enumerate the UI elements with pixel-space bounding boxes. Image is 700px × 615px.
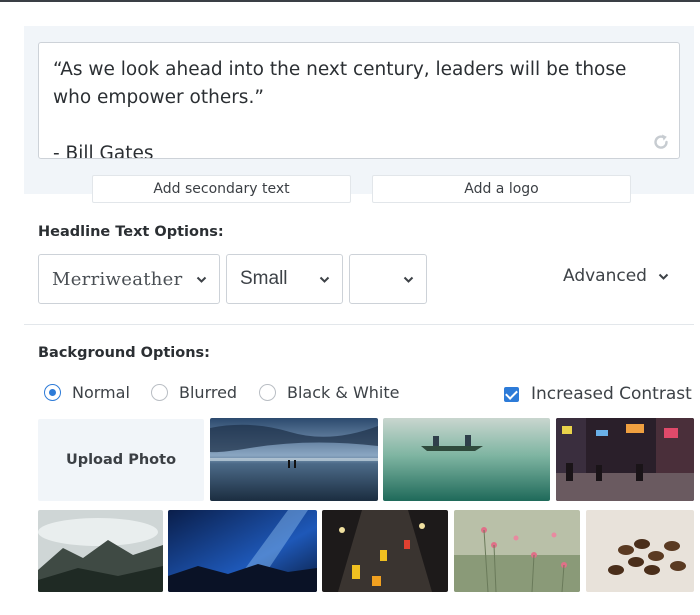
quote-textarea[interactable]: “As we look ahead into the next century,… [38,42,680,159]
increased-contrast-checkbox[interactable]: Increased Contrast [504,384,692,404]
photo-coffee-beans[interactable] [586,510,694,592]
radio-button[interactable] [151,383,168,401]
section-divider [24,324,694,325]
upload-photo-button[interactable]: Upload Photo [38,419,204,501]
photo-traffic-lights[interactable] [322,510,448,592]
photo-city-night-street[interactable] [556,418,694,501]
photo-misty-mountains[interactable] [38,510,163,592]
chevron-down-icon [196,276,207,283]
increased-contrast-label: Increased Contrast [531,384,692,404]
background-options-title: Background Options: [38,345,210,361]
chevron-down-icon [319,276,330,283]
add-logo-button[interactable]: Add a logo [372,175,631,203]
checkbox-checked[interactable] [504,386,519,402]
chevron-down-icon [403,276,414,283]
quote-author: - Bill Gates [53,143,154,159]
radio-blurred-label: Blurred [179,382,238,402]
radio-normal[interactable]: Normal [44,382,130,402]
photo-night-sky[interactable] [168,510,317,592]
refresh-icon[interactable] [651,132,671,152]
advanced-dropdown[interactable]: Advanced [563,266,669,286]
photo-beach-dusk[interactable] [210,418,378,501]
radio-black-white-label: Black & White [287,382,400,402]
radio-button-selected[interactable] [44,383,61,401]
text-color-select[interactable] [349,254,427,304]
radio-normal-label: Normal [72,382,130,402]
radio-blurred[interactable]: Blurred [151,382,237,402]
photo-pink-flowers[interactable] [454,510,580,592]
photo-canoe-lake[interactable] [383,418,550,501]
font-size-value: Small [240,268,288,289]
font-family-value: Merriweather [52,268,183,290]
add-secondary-text-button[interactable]: Add secondary text [92,175,351,203]
advanced-label: Advanced [563,266,647,286]
chevron-down-icon [658,273,669,280]
quote-text: “As we look ahead into the next century,… [53,59,627,108]
radio-black-white[interactable]: Black & White [259,382,399,402]
font-size-select[interactable]: Small [226,254,343,304]
radio-button[interactable] [259,383,276,401]
headline-options-title: Headline Text Options: [38,224,224,240]
window-top-border [0,0,700,2]
font-family-select[interactable]: Merriweather [38,254,220,304]
